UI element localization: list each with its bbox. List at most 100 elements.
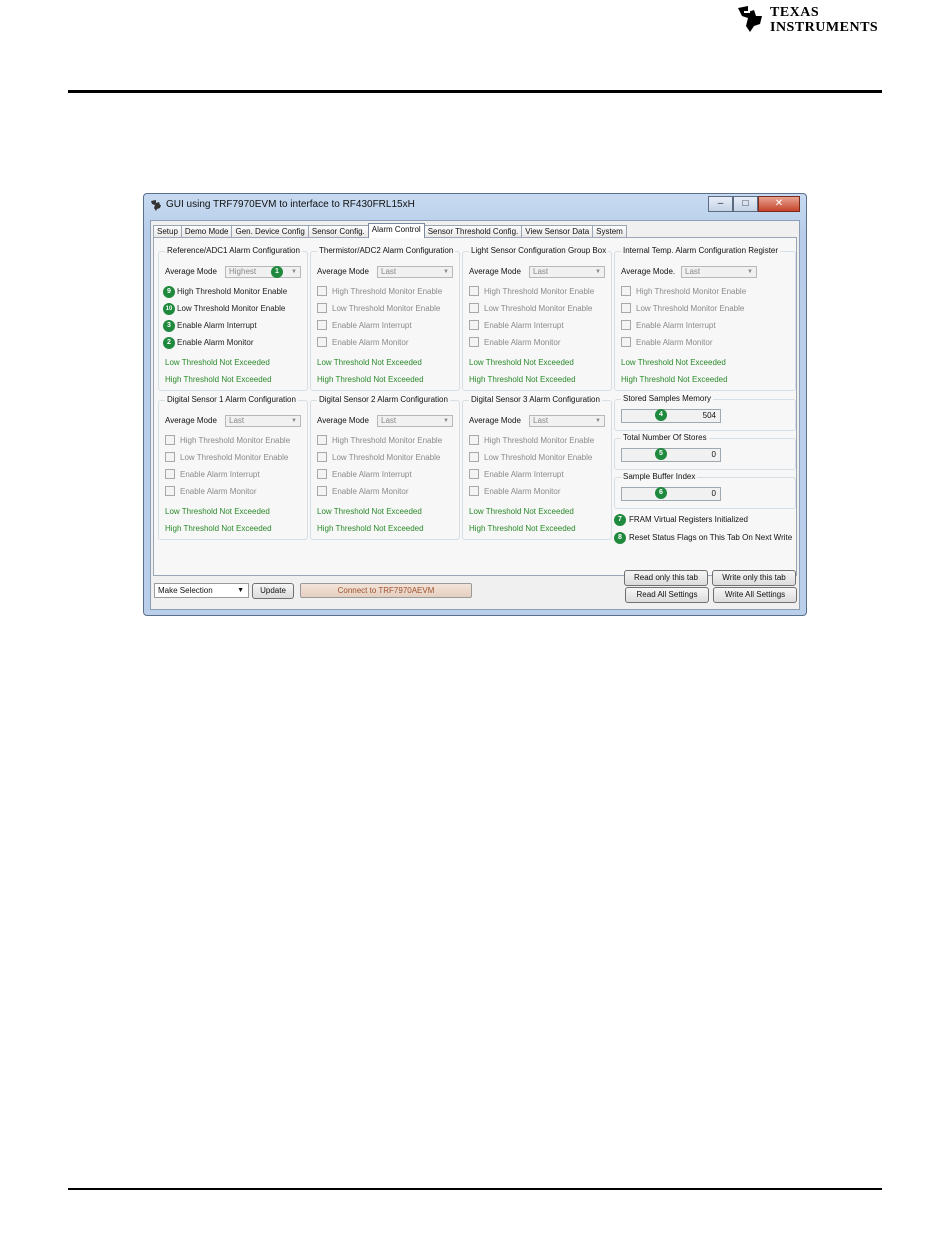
connect-button[interactable]: Connect to TRF7970AEVM	[300, 583, 472, 598]
checkbox-box	[469, 485, 479, 496]
enable-alarm-monitor-label: Enable Alarm Monitor	[332, 338, 409, 347]
average-mode-select[interactable]: Last ▼	[529, 266, 605, 278]
low-threshold-enable-checkbox[interactable]: Low Threshold Monitor Enable	[621, 302, 744, 315]
low-threshold-enable-label: Low Threshold Monitor Enable	[180, 453, 289, 462]
checkbox-box	[317, 302, 327, 313]
stored-samples-field[interactable]: 504	[621, 409, 721, 423]
enable-alarm-monitor-checkbox[interactable]: Enable Alarm Monitor	[621, 336, 712, 349]
group-title: Light Sensor Configuration Group Box	[469, 246, 609, 255]
update-button[interactable]: Update	[252, 583, 294, 599]
maximize-button[interactable]: □	[733, 196, 758, 212]
low-threshold-enable-label: Low Threshold Monitor Enable	[484, 304, 593, 313]
window-titlebar[interactable]: GUI using TRF7970EVM to interface to RF4…	[144, 194, 806, 216]
checkbox-box	[469, 319, 479, 330]
high-threshold-enable-row[interactable]: High Threshold Monitor Enable	[177, 286, 287, 298]
selection-dropdown[interactable]: Make Selection ▼	[154, 583, 249, 598]
average-mode-value: Last	[229, 416, 245, 425]
low-threshold-status: Low Threshold Not Exceeded	[317, 507, 422, 516]
checkbox-box	[165, 468, 175, 479]
high-threshold-enable-checkbox[interactable]: High Threshold Monitor Enable	[317, 285, 443, 298]
high-threshold-enable-checkbox[interactable]: High Threshold Monitor Enable	[469, 434, 595, 447]
low-threshold-enable-checkbox[interactable]: Low Threshold Monitor Enable	[469, 302, 593, 315]
enable-alarm-monitor-checkbox[interactable]: Enable Alarm Monitor	[469, 336, 560, 349]
average-mode-value: Last	[533, 416, 549, 425]
tab-alarm-control[interactable]: Alarm Control	[367, 223, 425, 238]
brand-word-texas: TEXAS	[770, 5, 820, 20]
average-mode-value: Last	[533, 267, 549, 276]
checkbox-box	[621, 285, 631, 296]
callout-badge-3: 3	[163, 320, 175, 332]
enable-alarm-monitor-checkbox[interactable]: Enable Alarm Monitor	[469, 485, 561, 498]
high-threshold-enable-checkbox[interactable]: High Threshold Monitor Enable	[317, 434, 443, 447]
brand-word-instruments: INSTRUMENTS	[770, 20, 879, 35]
low-threshold-status: Low Threshold Not Exceeded	[165, 358, 270, 367]
group-title: Thermistor/ADC2 Alarm Configuration	[317, 246, 456, 255]
average-mode-label: Average Mode	[469, 416, 521, 425]
enable-alarm-interrupt-checkbox[interactable]: Enable Alarm Interrupt	[317, 319, 412, 332]
ti-logo: TEXAS INSTRUMENTS	[730, 0, 890, 40]
sample-buffer-index-field[interactable]: 0	[621, 487, 721, 501]
enable-alarm-monitor-checkbox[interactable]: Enable Alarm Monitor	[317, 485, 408, 498]
minimize-button[interactable]: ‒	[708, 196, 733, 212]
enable-alarm-interrupt-checkbox[interactable]: Enable Alarm Interrupt	[317, 468, 412, 481]
close-button[interactable]: ✕	[758, 196, 800, 212]
average-mode-select[interactable]: Last ▼	[681, 266, 757, 278]
chevron-down-icon: ▼	[237, 587, 244, 594]
low-threshold-enable-checkbox[interactable]: Low Threshold Monitor Enable	[317, 451, 440, 464]
average-mode-value: Last	[685, 267, 701, 276]
low-threshold-status: Low Threshold Not Exceeded	[469, 358, 574, 367]
total-stores-field[interactable]: 0	[621, 448, 721, 462]
high-threshold-status: High Threshold Not Exceeded	[469, 524, 576, 533]
group-title: Digital Sensor 2 Alarm Configuration	[317, 395, 450, 404]
callout-badge-6: 6	[655, 487, 667, 499]
high-threshold-status: High Threshold Not Exceeded	[317, 375, 424, 384]
low-threshold-enable-label: Low Threshold Monitor Enable	[332, 304, 441, 313]
checkbox-box	[317, 451, 327, 462]
read-only-this-tab-button[interactable]: Read only this tab	[624, 570, 708, 586]
group-internal-temp: Internal Temp. Alarm Configuration Regis…	[614, 246, 796, 391]
high-threshold-enable-label: High Threshold Monitor Enable	[484, 436, 595, 445]
high-threshold-enable-checkbox[interactable]: High Threshold Monitor Enable	[165, 434, 291, 447]
high-threshold-enable-label: High Threshold Monitor Enable	[332, 436, 443, 445]
average-mode-select[interactable]: Last ▼	[377, 266, 453, 278]
average-mode-select[interactable]: Highest ▼	[225, 266, 301, 278]
high-threshold-enable-checkbox[interactable]: High Threshold Monitor Enable	[621, 285, 747, 298]
read-all-settings-button[interactable]: Read All Settings	[625, 587, 709, 603]
low-threshold-status: Low Threshold Not Exceeded	[469, 507, 574, 516]
group-thermistor-adc2: Thermistor/ADC2 Alarm Configuration Aver…	[310, 246, 460, 391]
enable-alarm-monitor-label: Enable Alarm Monitor	[484, 487, 561, 496]
enable-alarm-interrupt-row[interactable]: Enable Alarm Interrupt	[177, 320, 257, 332]
enable-alarm-interrupt-checkbox[interactable]: Enable Alarm Interrupt	[621, 319, 716, 332]
write-all-settings-button[interactable]: Write All Settings	[713, 587, 797, 603]
reset-status-flags-label[interactable]: Reset Status Flags on This Tab On Next W…	[629, 532, 792, 544]
average-mode-select[interactable]: Last ▼	[529, 415, 605, 427]
callout-badge-4: 4	[655, 409, 667, 421]
low-threshold-enable-label: Low Threshold Monitor Enable	[177, 304, 286, 313]
high-threshold-enable-label: High Threshold Monitor Enable	[636, 287, 747, 296]
average-mode-select[interactable]: Last ▼	[225, 415, 301, 427]
write-only-this-tab-button[interactable]: Write only this tab	[712, 570, 796, 586]
low-threshold-enable-checkbox[interactable]: Low Threshold Monitor Enable	[317, 302, 441, 315]
enable-alarm-monitor-checkbox[interactable]: Enable Alarm Monitor	[317, 336, 409, 349]
group-digital-sensor-3: Digital Sensor 3 Alarm Configuration Ave…	[462, 395, 612, 540]
checkbox-box	[621, 336, 631, 347]
high-threshold-enable-label: High Threshold Monitor Enable	[332, 287, 443, 296]
group-total-number-of-stores: Total Number Of Stores 0 5	[614, 433, 796, 470]
checkbox-box	[317, 285, 327, 296]
high-threshold-status: High Threshold Not Exceeded	[469, 375, 576, 384]
low-threshold-enable-checkbox[interactable]: Low Threshold Monitor Enable	[165, 451, 289, 464]
enable-alarm-interrupt-checkbox[interactable]: Enable Alarm Interrupt	[469, 468, 564, 481]
callout-badge-9: 9	[163, 286, 175, 298]
enable-alarm-interrupt-checkbox[interactable]: Enable Alarm Interrupt	[469, 319, 564, 332]
high-threshold-status: High Threshold Not Exceeded	[165, 375, 272, 384]
high-threshold-enable-label: High Threshold Monitor Enable	[180, 436, 291, 445]
high-threshold-enable-checkbox[interactable]: High Threshold Monitor Enable	[469, 285, 594, 298]
chevron-down-icon: ▼	[443, 269, 449, 275]
enable-alarm-monitor-row[interactable]: Enable Alarm Monitor	[177, 337, 253, 349]
average-mode-select[interactable]: Last ▼	[377, 415, 453, 427]
low-threshold-enable-checkbox[interactable]: Low Threshold Monitor Enable	[469, 451, 592, 464]
enable-alarm-interrupt-label: Enable Alarm Interrupt	[484, 321, 564, 330]
low-threshold-enable-row[interactable]: Low Threshold Monitor Enable	[177, 303, 285, 315]
enable-alarm-interrupt-checkbox[interactable]: Enable Alarm Interrupt	[165, 468, 260, 481]
enable-alarm-monitor-checkbox[interactable]: Enable Alarm Monitor	[165, 485, 256, 498]
